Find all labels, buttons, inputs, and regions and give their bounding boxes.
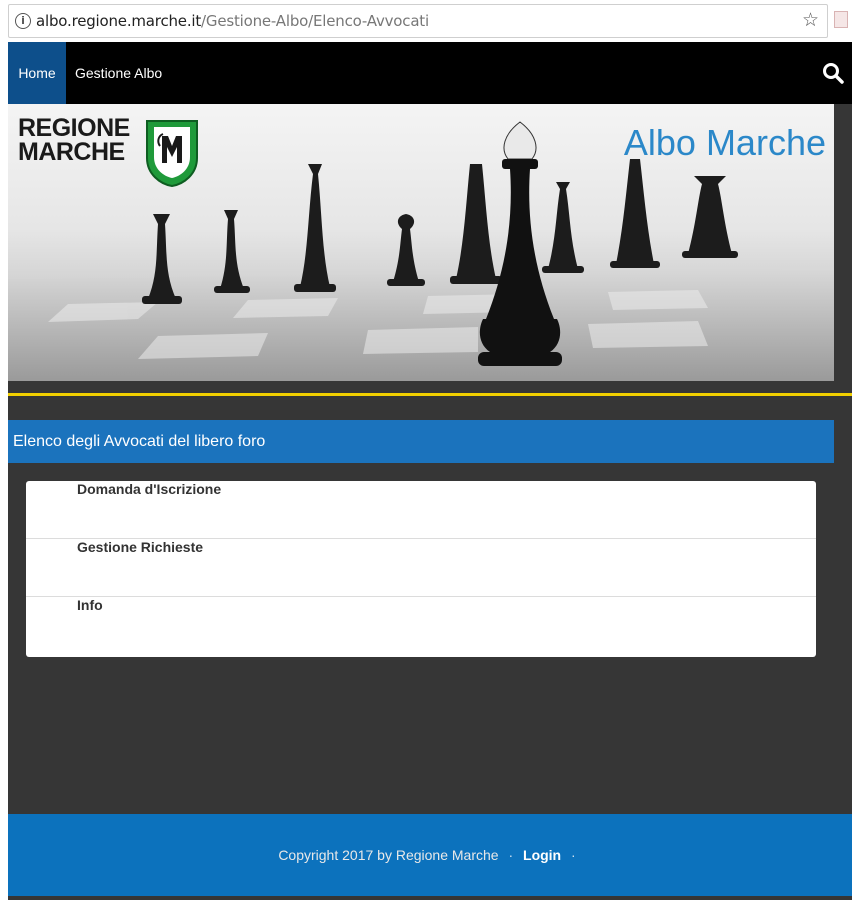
bottom-strip (8, 896, 852, 900)
logo-line-2: MARCHE (18, 138, 125, 166)
regione-marche-logo[interactable]: REGIONE MARCHE (18, 114, 208, 188)
section-header: Elenco degli Avvocati del libero foro (8, 420, 834, 463)
header-banner: REGIONE MARCHE Albo Marche (8, 104, 834, 381)
banner-title: Albo Marche (623, 122, 826, 163)
search-icon[interactable] (822, 62, 844, 84)
footer: Copyright 2017 by Regione Marche · Login… (8, 814, 852, 896)
url-field[interactable]: i albo.regione.marche.it/Gestione-Albo/E… (8, 4, 828, 38)
url-path: /Gestione-Albo/Elenco-Avvocati (201, 12, 429, 30)
menu-item-info[interactable]: Info (26, 597, 816, 655)
info-icon[interactable]: i (15, 13, 31, 29)
pdf-extension-icon[interactable] (834, 11, 848, 28)
footer-separator-2: · (571, 847, 576, 863)
site-page: Home Gestione Albo REGIONE MARCHE Albo M… (8, 42, 852, 900)
bookmark-star-icon[interactable]: ☆ (802, 9, 819, 31)
menu-list: Domanda d'Iscrizione Gestione Richieste … (26, 481, 816, 657)
url-text[interactable]: albo.regione.marche.it/Gestione-Albo/Ele… (36, 12, 429, 30)
footer-login-link[interactable]: Login (523, 847, 561, 863)
logo-text: REGIONE MARCHE (18, 114, 130, 166)
nav-home-link[interactable]: Home (8, 42, 66, 104)
logo-shield-icon (146, 120, 198, 188)
menu-item-domanda-iscrizione[interactable]: Domanda d'Iscrizione (26, 481, 816, 539)
browser-address-bar: i albo.regione.marche.it/Gestione-Albo/E… (0, 0, 852, 42)
footer-separator: · (508, 847, 514, 863)
url-host: albo.regione.marche.it (36, 12, 202, 30)
menu-item-gestione-richieste[interactable]: Gestione Richieste (26, 539, 816, 597)
yellow-divider (8, 393, 852, 396)
footer-copyright: Copyright 2017 by Regione Marche (278, 847, 499, 863)
top-navbar: Home Gestione Albo (8, 42, 852, 104)
nav-gestione-albo-link[interactable]: Gestione Albo (75, 42, 162, 104)
logo-line-1: REGIONE (18, 114, 130, 142)
